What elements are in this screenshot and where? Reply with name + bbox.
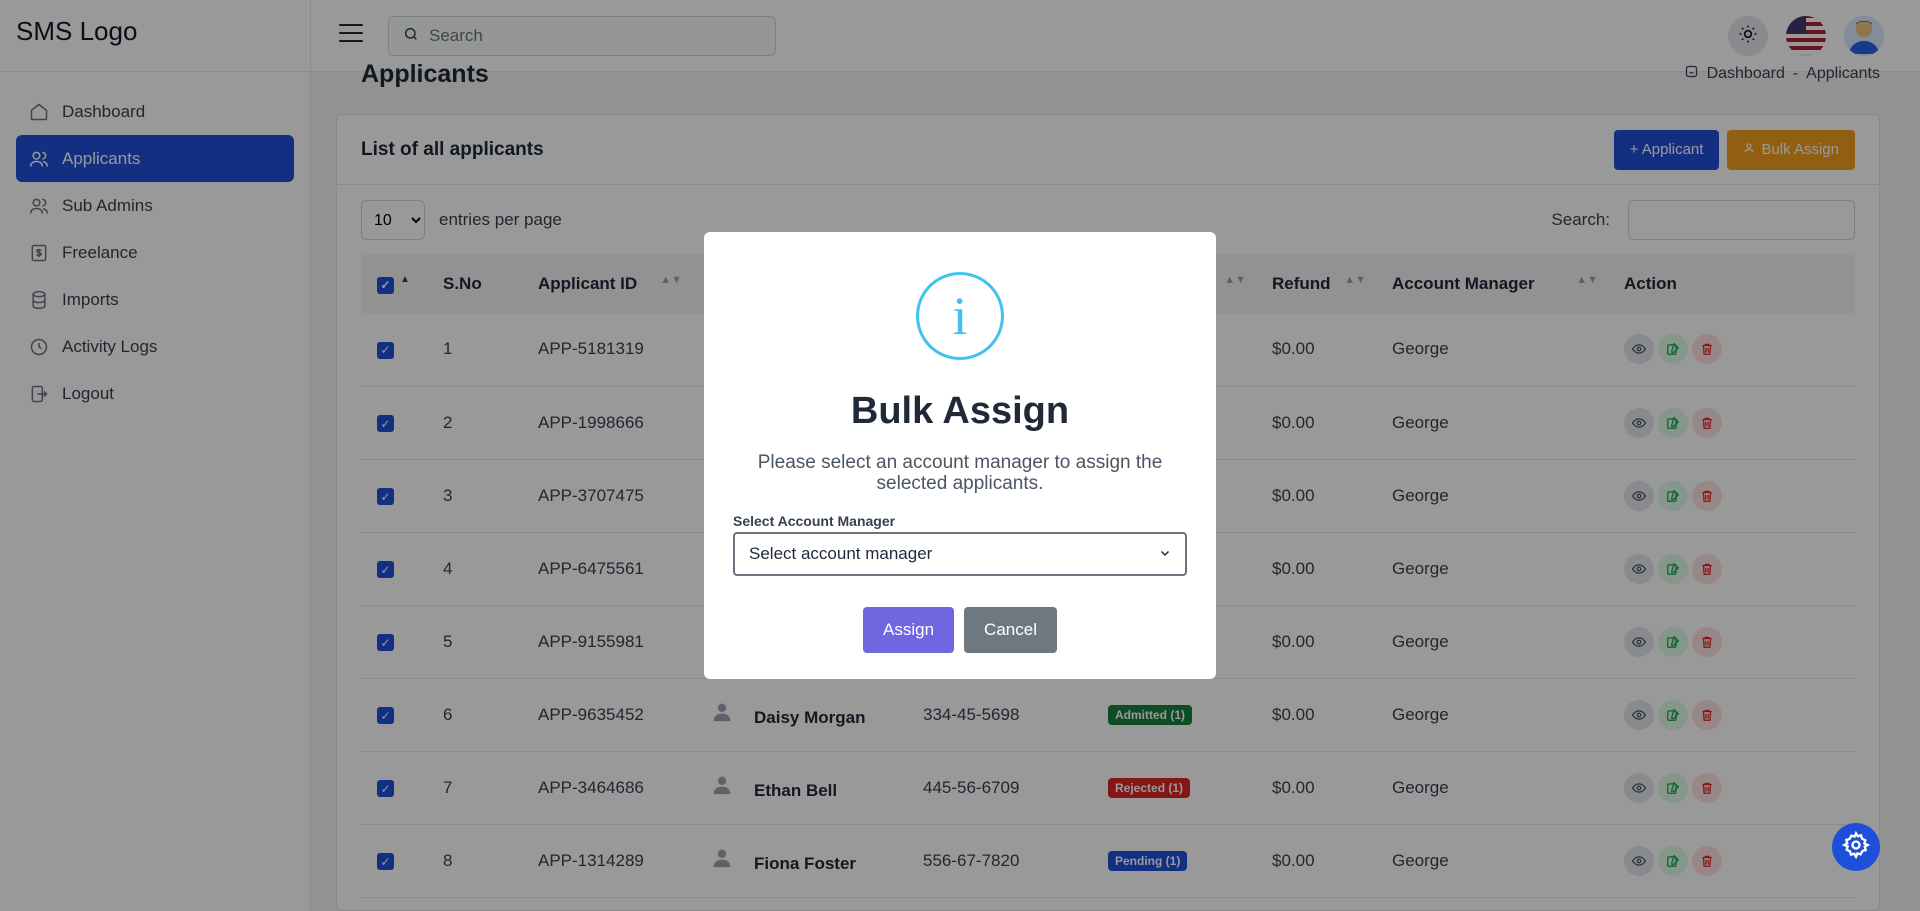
modal-title: Bulk Assign: [850, 390, 1070, 432]
gear-icon: [1841, 830, 1871, 864]
select-value: Select account manager: [749, 544, 933, 563]
chevron-down-icon: [1159, 544, 1171, 564]
account-manager-select[interactable]: Select account manager: [733, 532, 1187, 576]
bulk-assign-modal: i Bulk Assign Please select an account m…: [704, 232, 1216, 679]
select-manager-label: Select Account Manager: [733, 513, 896, 529]
info-icon: i: [916, 272, 1004, 360]
modal-text: Please select an account manager to assi…: [757, 452, 1163, 494]
settings-fab[interactable]: [1832, 823, 1880, 871]
cancel-button[interactable]: Cancel: [964, 607, 1057, 653]
assign-button[interactable]: Assign: [863, 607, 955, 653]
modal-actions: Assign Cancel: [704, 607, 1216, 653]
